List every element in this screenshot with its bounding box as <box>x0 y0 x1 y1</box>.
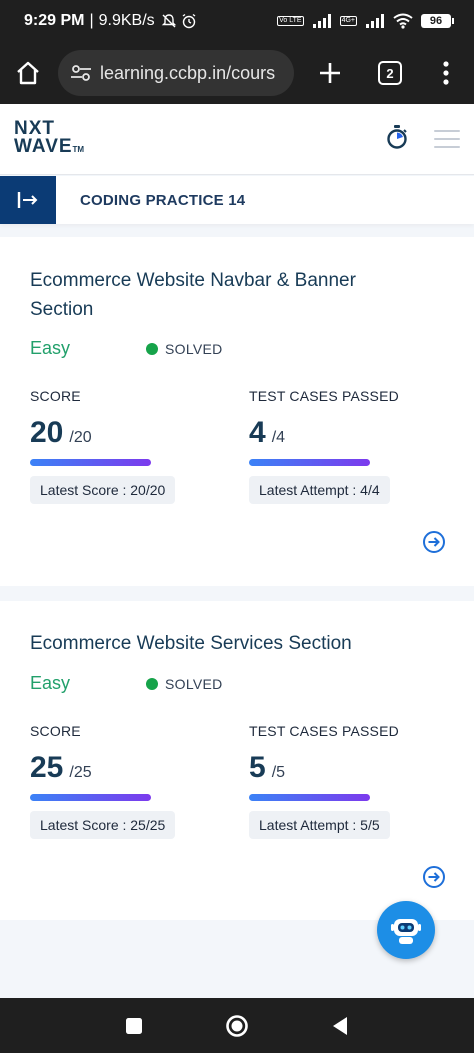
lte-badge: Vo LTE <box>277 16 304 26</box>
wifi-icon <box>393 13 413 29</box>
difficulty-label: Easy <box>30 673 71 693</box>
header-actions <box>386 124 460 154</box>
score-total: /25 <box>69 764 92 781</box>
score-value: 25 <box>30 751 64 784</box>
practice-subheader: CODING PRACTICE 14 <box>0 176 474 224</box>
system-nav-bar <box>0 998 474 1053</box>
address-bar[interactable]: learning.ccbp.in/cours <box>58 50 294 96</box>
status-time: 9:29 PM <box>24 12 85 29</box>
question-card-2: Ecommerce Website Services Section Easy … <box>0 601 474 920</box>
nxtwave-logo[interactable]: NXT WAVETM <box>14 119 85 159</box>
tests-label: TEST CASES PASSED <box>249 723 399 739</box>
status-separator: | <box>89 12 94 29</box>
solved-dot-icon <box>146 343 158 355</box>
browser-toolbar: learning.ccbp.in/cours 2 <box>0 42 474 104</box>
mute-alarm-icon <box>161 14 176 28</box>
logo-line2: WAVE <box>14 135 73 157</box>
tests-value-row: 4 /4 <box>249 416 399 450</box>
nav-home-button[interactable] <box>207 998 267 1053</box>
score-metric: SCORE 20 /20 Latest Score : 20/20 <box>30 388 176 504</box>
timer-button[interactable] <box>386 124 408 154</box>
solved-label: SOLVED <box>165 676 223 692</box>
solved-label: SOLVED <box>165 341 223 357</box>
more-vert-icon <box>443 61 449 85</box>
signal-badge: 4G+ <box>339 16 357 26</box>
tests-total: /5 <box>271 764 286 781</box>
square-icon <box>126 1017 142 1034</box>
chatbot-button[interactable] <box>377 901 435 959</box>
open-question-button[interactable] <box>422 865 446 889</box>
hamburger-line <box>434 130 460 132</box>
url-text[interactable]: learning.ccbp.in/cours <box>100 63 275 84</box>
battery-nub <box>452 18 454 24</box>
circle-icon <box>226 1014 248 1037</box>
logo-line2-wrapper: WAVETM <box>14 135 85 159</box>
hamburger-line <box>434 146 460 148</box>
site-header: NXT WAVETM <box>0 104 474 175</box>
sidebar-toggle-button[interactable] <box>0 176 56 224</box>
logo-tm: TM <box>72 144 85 154</box>
browser-home-button[interactable] <box>0 42 56 104</box>
open-question-button[interactable] <box>422 530 446 554</box>
score-progress-bar <box>30 794 151 801</box>
solved-dot-icon <box>146 678 158 690</box>
tests-total: /4 <box>271 429 286 446</box>
tests-label: TEST CASES PASSED <box>249 388 399 404</box>
status-right: Vo LTE 4G+ 96 <box>277 13 454 29</box>
robot-icon <box>391 919 421 944</box>
solved-status: SOLVED <box>146 341 223 357</box>
score-metric: SCORE 25 /25 Latest Score : 25/25 <box>30 723 176 839</box>
latest-score-chip: Latest Score : 20/20 <box>30 476 176 504</box>
signal-icon <box>312 14 331 28</box>
hamburger-menu-button[interactable] <box>434 130 460 148</box>
question-title[interactable]: Ecommerce Website Services Section <box>30 629 404 658</box>
score-progress-bar <box>30 459 151 466</box>
practice-title: CODING PRACTICE 14 <box>80 191 246 209</box>
stopwatch-icon <box>387 124 407 149</box>
tune-icon <box>71 65 91 81</box>
new-tab-button[interactable] <box>298 42 362 104</box>
score-value-row: 20 /20 <box>30 416 175 450</box>
browser-menu-button[interactable] <box>418 42 474 104</box>
nav-recents-button[interactable] <box>104 998 164 1053</box>
latest-attempt-chip: Latest Attempt : 4/4 <box>249 476 390 504</box>
latest-attempt-chip: Latest Attempt : 5/5 <box>249 811 390 839</box>
plus-icon <box>320 63 340 83</box>
tab-switcher-button[interactable]: 2 <box>362 42 418 104</box>
tests-metric: TEST CASES PASSED 4 /4 Latest Attempt : … <box>249 388 399 504</box>
score-label: SCORE <box>30 723 81 739</box>
battery-level: 96 <box>421 14 451 28</box>
question-card-1: Ecommerce Website Navbar & Banner Sectio… <box>0 237 474 586</box>
tests-value: 5 <box>249 751 266 784</box>
tests-progress-bar <box>249 459 370 466</box>
nav-back-button[interactable] <box>310 998 370 1053</box>
latest-score-chip: Latest Score : 25/25 <box>30 811 176 839</box>
signal-icon-2 <box>366 14 384 28</box>
question-title[interactable]: Ecommerce Website Navbar & Banner Sectio… <box>30 266 404 324</box>
tests-metric: TEST CASES PASSED 5 /5 Latest Attempt : … <box>249 723 399 839</box>
score-total: /20 <box>69 429 92 446</box>
difficulty-label: Easy <box>30 338 71 358</box>
network-speed: 9.9KB/s <box>98 12 155 29</box>
tests-value: 4 <box>249 416 266 449</box>
tests-value-row: 5 /5 <box>249 751 399 785</box>
hamburger-line <box>434 138 460 140</box>
score-value-row: 25 /25 <box>30 751 175 785</box>
tests-progress-bar <box>249 794 370 801</box>
status-bar: 9:29 PM | 9.9KB/s Vo LTE 4G+ 96 <box>0 0 474 42</box>
status-icons <box>161 13 197 29</box>
score-value: 20 <box>30 416 64 449</box>
triangle-back-icon <box>333 1016 347 1035</box>
battery-icon: 96 <box>421 14 454 28</box>
home-icon <box>17 61 39 85</box>
solved-status: SOLVED <box>146 676 223 692</box>
sidebar-expand-icon <box>17 192 38 208</box>
site-settings-button[interactable] <box>68 64 94 82</box>
score-label: SCORE <box>30 388 81 404</box>
alarm-clock-icon <box>182 13 196 29</box>
tab-count: 2 <box>378 61 402 85</box>
